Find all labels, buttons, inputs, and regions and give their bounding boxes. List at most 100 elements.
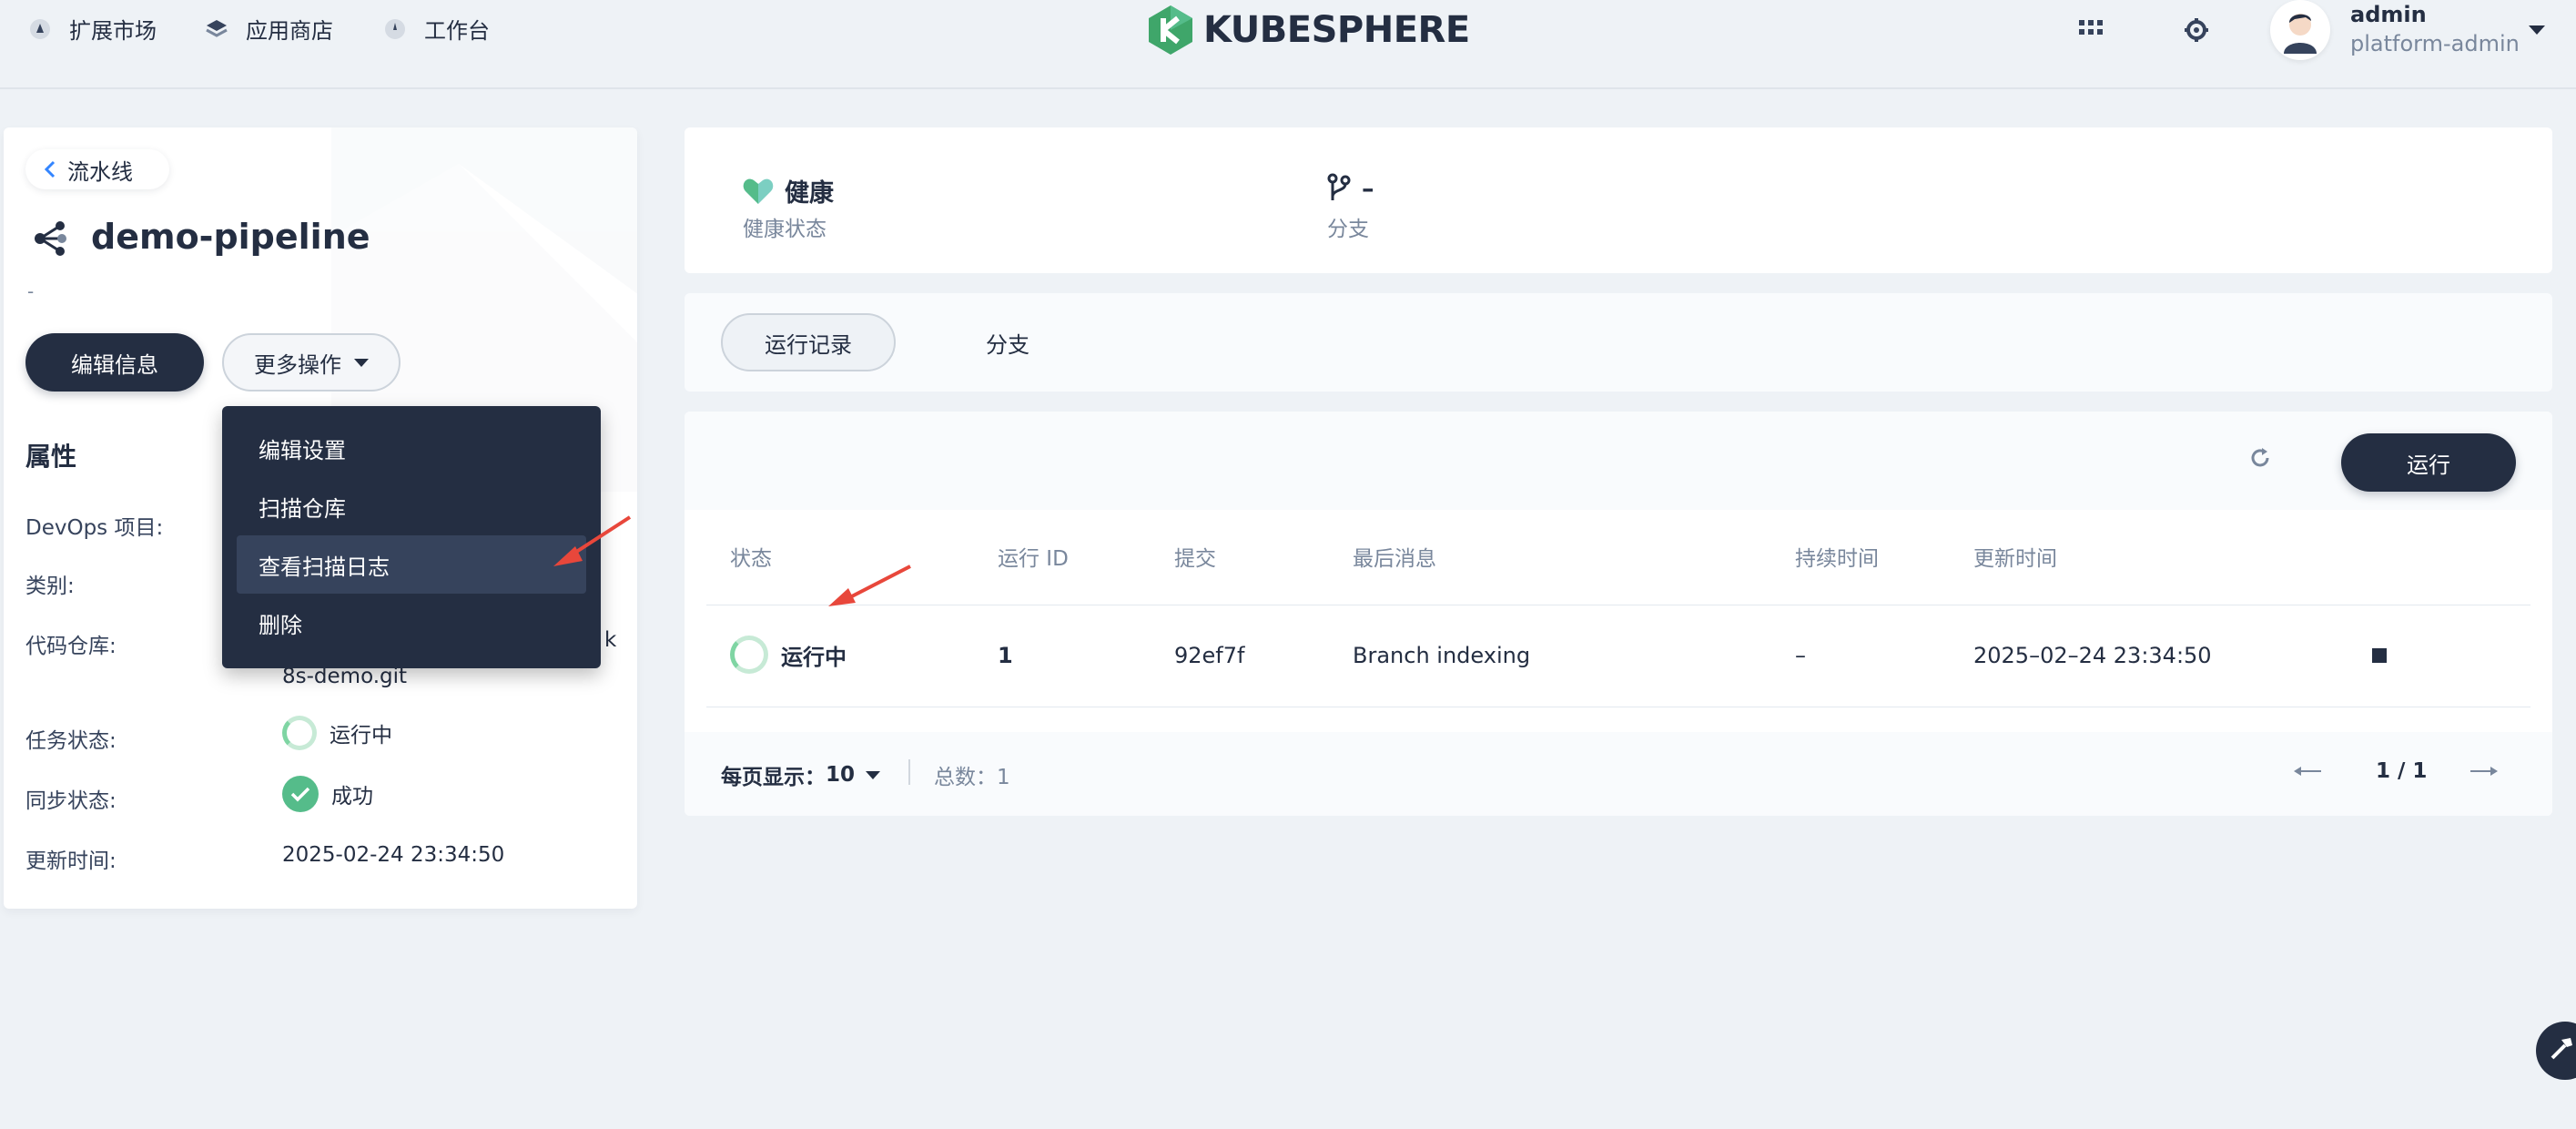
stop-icon[interactable] xyxy=(2372,648,2387,663)
workbench-icon xyxy=(382,16,408,42)
column-header-run-id: 运行 ID xyxy=(998,547,1069,571)
page-title: demo-pipeline xyxy=(91,217,370,257)
attr-devops-project: DevOps 项目: xyxy=(25,510,163,541)
attr-sync-status: 同步状态: xyxy=(25,783,117,814)
attr-label: DevOps 项目: xyxy=(25,516,164,540)
app-store-icon xyxy=(204,16,229,42)
more-actions-label: 更多操作 xyxy=(254,351,341,378)
attr-code-repo: 代码仓库: xyxy=(25,628,117,659)
column-header-updated-time: 更新时间 xyxy=(1973,547,2057,571)
run-status-text: 运行中 xyxy=(781,644,847,670)
divider xyxy=(908,759,910,785)
nav-app-store-label: 应用商店 xyxy=(246,18,333,44)
run-status-cell: 运行中 xyxy=(730,636,847,674)
attr-label: 类别: xyxy=(25,575,75,598)
annotation-arrow-icon xyxy=(553,515,632,566)
pipeline-icon xyxy=(35,221,66,256)
user-role: platform-admin xyxy=(2350,31,2520,56)
back-label: 流水线 xyxy=(67,158,133,185)
floating-tools-button[interactable] xyxy=(2536,1022,2576,1080)
menu-item-scan-repo[interactable]: 扫描仓库 xyxy=(237,477,586,535)
running-spinner-icon xyxy=(282,716,317,750)
nav-app-store[interactable]: 应用商店 xyxy=(204,13,333,45)
commit-cell: 92ef7f xyxy=(1174,643,1245,668)
nav-extension-market-label: 扩展市场 xyxy=(69,18,157,44)
attr-task-status: 任务状态: xyxy=(25,723,117,754)
tabs-bar: 运行记录 分支 xyxy=(685,293,2552,392)
run-button[interactable]: 运行 xyxy=(2341,433,2516,492)
kubesphere-logo[interactable]: KUBESPHERE xyxy=(1147,4,1470,56)
run-records-card: 运行 状态 运行 ID 提交 最后消息 持续时间 更新时间 运行中 1 92ef… xyxy=(685,412,2552,816)
page-size-selector[interactable]: 每页显示： 10 xyxy=(721,759,881,790)
pagination-bar: 每页显示： 10 总数：1 1 / 1 xyxy=(685,732,2552,816)
health-status-text: 健康 xyxy=(785,179,834,208)
total-count: 总数：1 xyxy=(934,766,1010,789)
nav-workbench[interactable]: 工作台 xyxy=(382,13,490,45)
attributes-title: 属性 xyxy=(25,442,77,472)
column-header-duration: 持续时间 xyxy=(1795,547,1879,571)
avatar[interactable] xyxy=(2270,0,2330,60)
user-name[interactable]: admin xyxy=(2350,2,2427,27)
branch-value-text: – xyxy=(1362,174,1374,203)
task-status-value: 运行中 xyxy=(282,716,392,750)
nav-workbench-label: 工作台 xyxy=(424,18,490,44)
page-indicator: 1 / 1 xyxy=(2376,759,2428,783)
column-header-status: 状态 xyxy=(730,547,772,571)
edit-info-button[interactable]: 编辑信息 xyxy=(25,333,204,392)
success-check-icon xyxy=(282,776,319,812)
user-avatar-icon xyxy=(2284,14,2317,54)
refresh-icon[interactable] xyxy=(2248,446,2272,470)
more-actions-button[interactable]: 更多操作 xyxy=(222,333,401,392)
branch-value: – xyxy=(1327,173,1374,204)
extension-market-icon xyxy=(27,16,53,42)
attr-label: 任务状态: xyxy=(25,729,117,753)
chevron-down-icon xyxy=(866,770,881,779)
heart-icon xyxy=(743,178,774,204)
last-message-cell: Branch indexing xyxy=(1353,643,1531,668)
attr-label: 同步状态: xyxy=(25,789,117,813)
page-size-value: 10 xyxy=(826,763,856,787)
hammer-icon xyxy=(2551,1038,2572,1060)
kubesphere-logo-icon xyxy=(1149,5,1192,55)
health-status-value: 健康 xyxy=(743,173,834,209)
runs-toolbar: 运行 xyxy=(685,412,2552,510)
column-header-last-message: 最后消息 xyxy=(1353,547,1436,571)
pipeline-health-card: 健康 健康状态 – 分支 xyxy=(685,127,2552,273)
back-to-pipelines-button[interactable]: 流水线 xyxy=(25,149,169,189)
column-header-commit: 提交 xyxy=(1174,547,1216,571)
branch-label: 分支 xyxy=(1327,218,1369,241)
more-actions-menu: 编辑设置 扫描仓库 查看扫描日志 删除 xyxy=(222,406,601,668)
gear-icon[interactable] xyxy=(2183,16,2210,44)
attr-label: 更新时间: xyxy=(25,849,117,873)
duration-cell: – xyxy=(1795,643,1806,668)
menu-item-edit-settings[interactable]: 编辑设置 xyxy=(237,419,586,477)
code-repo-value-tail: k xyxy=(604,628,617,652)
chevron-left-icon xyxy=(44,160,56,178)
attr-updated-time: 更新时间: xyxy=(25,843,117,874)
top-bar: 扩展市场 应用商店 工作台 KUBESPHERE admin platform-… xyxy=(0,0,2576,89)
menu-item-delete[interactable]: 删除 xyxy=(237,594,586,652)
health-status-label: 健康状态 xyxy=(743,218,827,241)
tab-run-records[interactable]: 运行记录 xyxy=(721,313,896,371)
run-id-link[interactable]: 1 xyxy=(998,643,1013,668)
updated-time-cell: 2025–02–24 23:34:50 xyxy=(1973,643,2212,668)
sync-status-value: 成功 xyxy=(282,776,373,812)
next-page-arrow-icon[interactable] xyxy=(2470,765,2498,778)
task-status-text: 运行中 xyxy=(330,724,392,748)
chevron-down-icon xyxy=(354,358,369,367)
branch-icon xyxy=(1327,173,1351,200)
menu-item-view-scan-log[interactable]: 查看扫描日志 xyxy=(237,535,586,594)
prev-page-arrow-icon[interactable] xyxy=(2294,765,2321,778)
updated-time-value: 2025-02-24 23:34:50 xyxy=(282,843,505,867)
page-size-label: 每页显示： xyxy=(721,766,826,789)
sync-status-text: 成功 xyxy=(331,785,373,809)
apps-grid-icon[interactable] xyxy=(2077,16,2104,44)
logo-text: KUBESPHERE xyxy=(1203,9,1470,51)
tab-branches[interactable]: 分支 xyxy=(958,313,1058,371)
attr-category: 类别: xyxy=(25,568,75,599)
nav-extension-market[interactable]: 扩展市场 xyxy=(27,13,157,45)
attr-label: 代码仓库: xyxy=(25,635,117,658)
annotation-arrow-icon xyxy=(828,564,911,606)
running-spinner-icon xyxy=(730,636,768,674)
user-menu-chevron-down-icon[interactable] xyxy=(2529,25,2545,35)
